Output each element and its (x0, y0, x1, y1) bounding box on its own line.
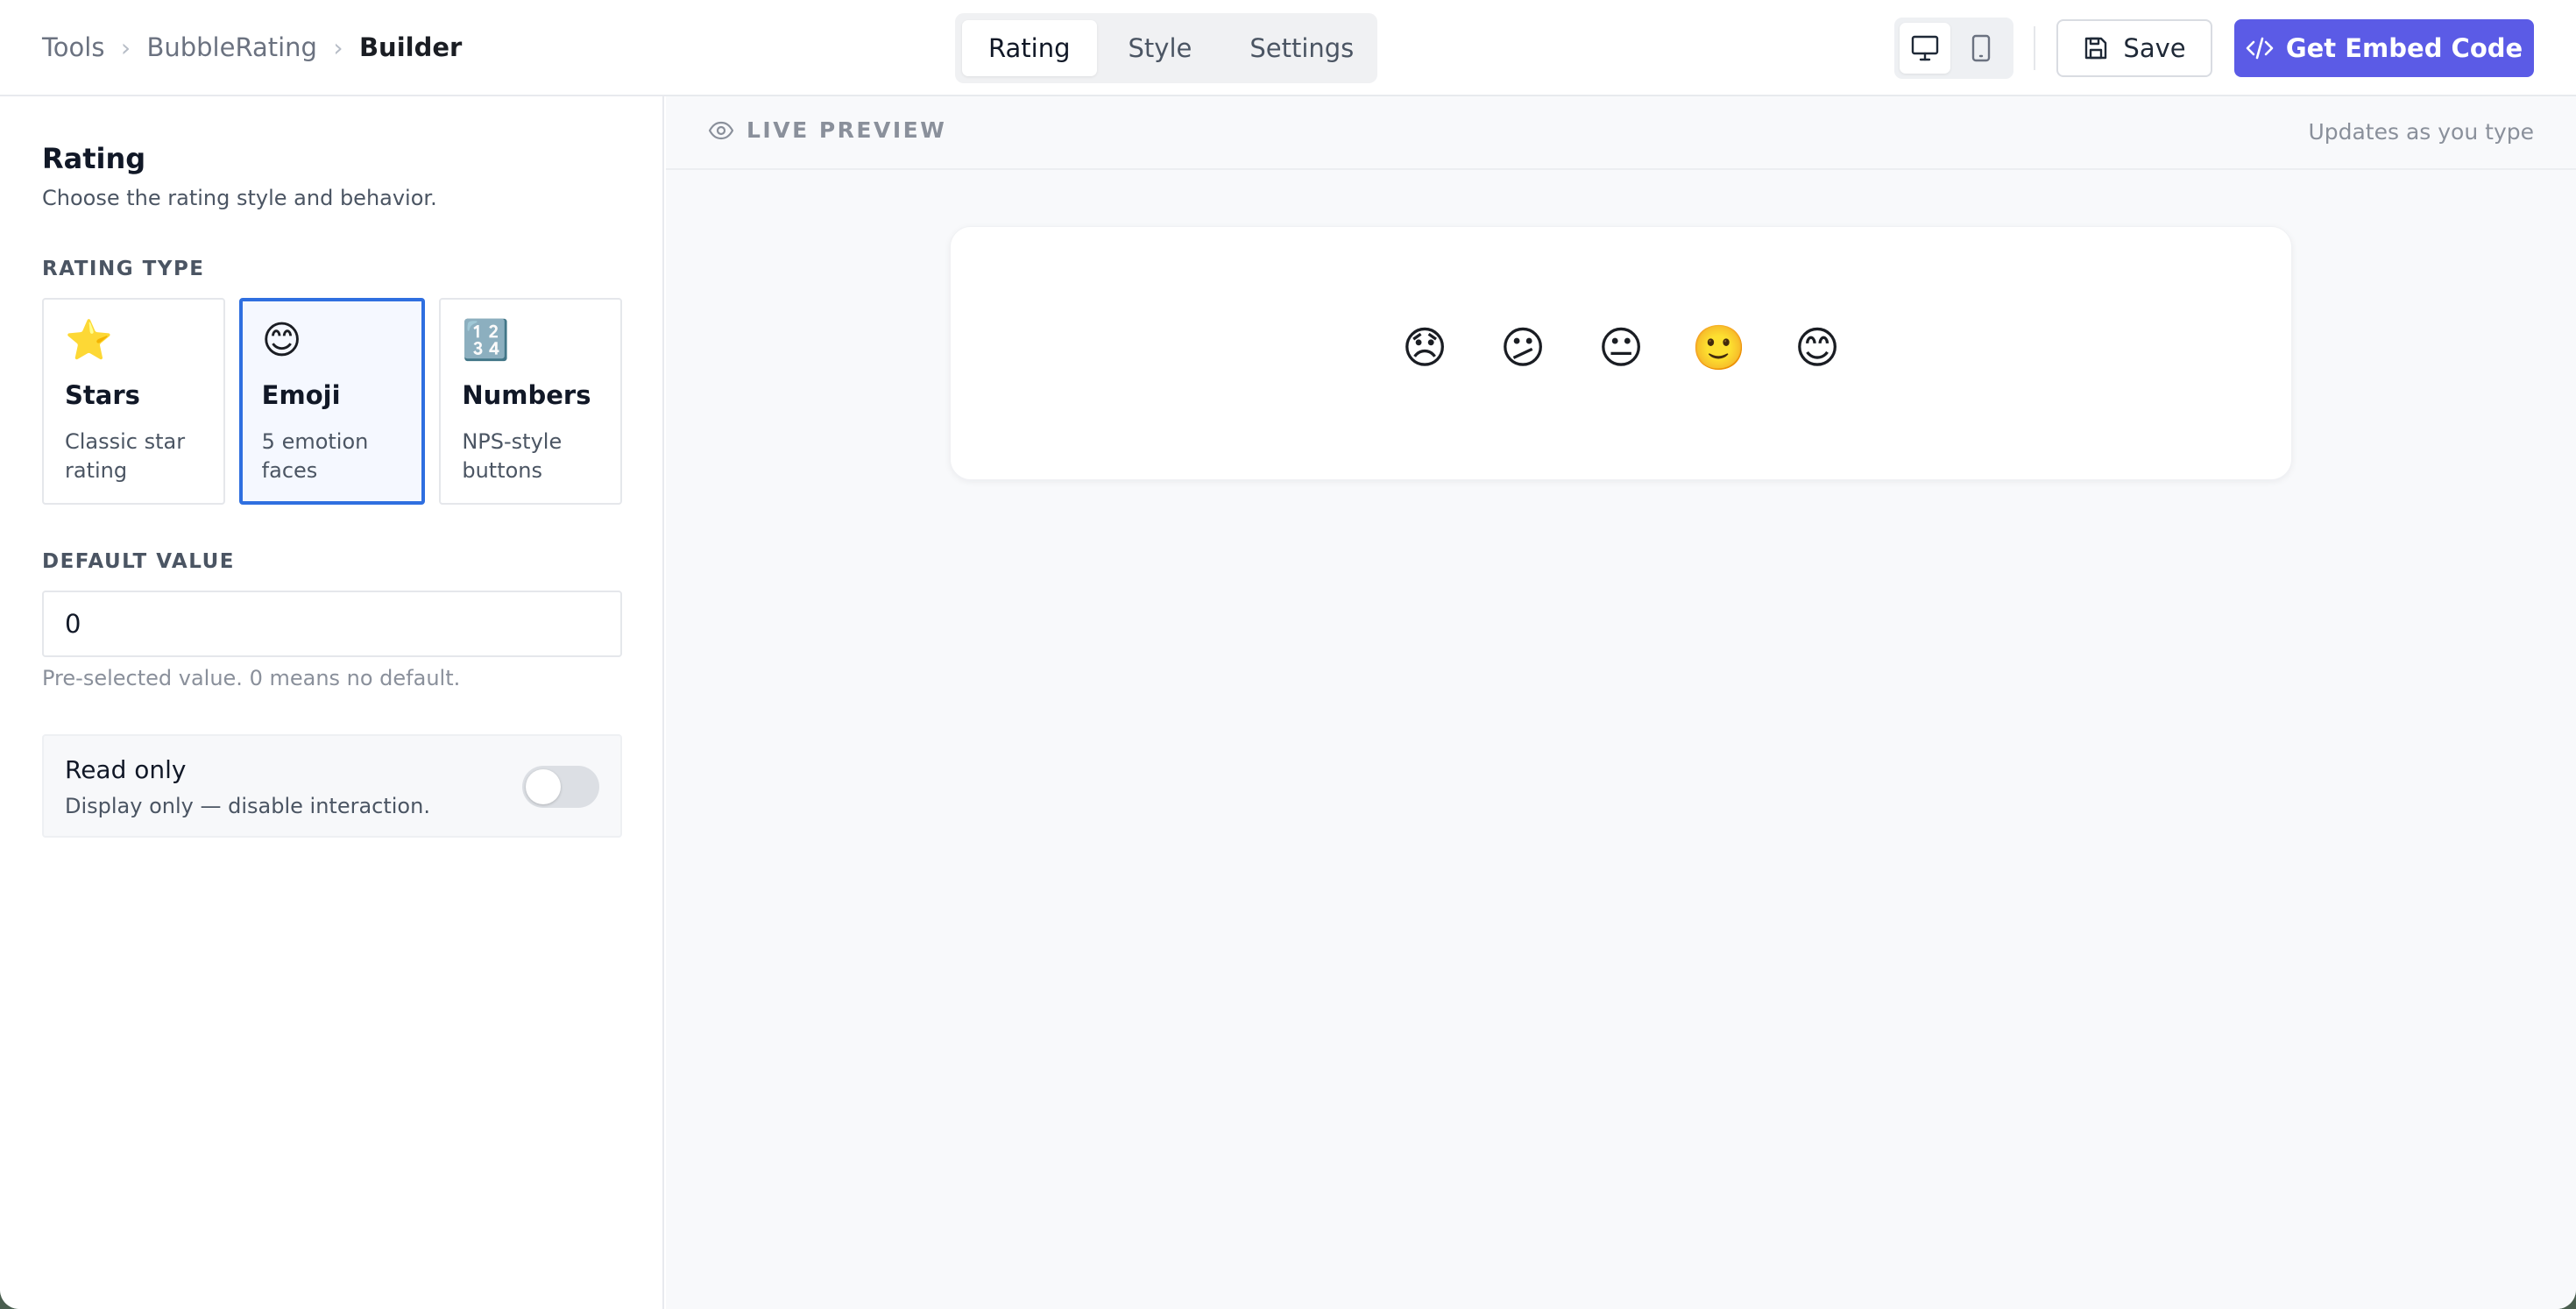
read-only-title: Read only (65, 755, 187, 784)
emoji-rating-row: 😞 😕 😐 🙂 😊 (951, 322, 2291, 374)
rating-type-emoji[interactable]: 😊 Emoji 5 emotion faces (238, 298, 426, 505)
smiling-face-icon[interactable]: 😊 (1791, 322, 1844, 374)
rating-type-title: Emoji (261, 380, 341, 410)
read-only-toggle[interactable] (522, 766, 599, 808)
chevron-right-icon: › (333, 32, 343, 62)
default-value-help: Pre-selected value. 0 means no default. (42, 666, 461, 690)
preview-area: LIVE PREVIEW Updates as you type 😞 😕 😐 🙂… (666, 96, 2576, 1309)
section-title: Rating (42, 142, 146, 175)
tab-settings[interactable]: Settings (1223, 20, 1380, 76)
breadcrumb-item-tools[interactable]: Tools (42, 32, 104, 62)
star-icon: ⭐ (65, 318, 113, 363)
mobile-icon (1971, 34, 1991, 62)
numbers-icon: 🔢 (462, 318, 511, 363)
eye-icon (708, 121, 734, 139)
breadcrumb-item-bubblerating[interactable]: BubbleRating (146, 32, 317, 62)
rating-type-description: NPS-style buttons (462, 429, 563, 483)
tab-style[interactable]: Style (1102, 20, 1219, 76)
section-subtitle: Choose the rating style and behavior. (42, 186, 437, 210)
save-button-label: Save (2123, 33, 2186, 63)
neutral-face-icon[interactable]: 😐 (1595, 322, 1647, 374)
breadcrumb: Tools › BubbleRating › Builder (42, 0, 462, 95)
preview-hint: Updates as you type (2308, 119, 2534, 145)
rating-type-numbers[interactable]: 🔢 Numbers NPS-style buttons (439, 298, 623, 505)
rating-widget-preview: 😞 😕 😐 🙂 😊 (950, 226, 2292, 480)
mobile-view-button[interactable] (1956, 23, 2006, 74)
chevron-right-icon: › (120, 32, 131, 62)
smiley-icon: 😊 (261, 318, 302, 363)
disappointed-face-icon[interactable]: 😞 (1398, 322, 1451, 374)
device-toggle (1894, 18, 2013, 79)
live-preview-text: LIVE PREVIEW (747, 117, 947, 143)
get-embed-code-button[interactable]: Get Embed Code (2234, 19, 2534, 77)
read-only-description: Display only — disable interaction. (65, 794, 430, 818)
rating-type-description: 5 emotion faces (261, 429, 369, 483)
live-preview-label: LIVE PREVIEW (708, 117, 946, 143)
top-bar: Tools › BubbleRating › Builder Rating St… (0, 0, 2576, 96)
default-value-label: DEFAULT VALUE (42, 550, 235, 573)
toolbar-divider (2034, 26, 2035, 70)
rating-type-options: ⭐ Stars Classic star rating 😊 Emoji 5 em… (42, 298, 623, 505)
breadcrumb-item-builder: Builder (358, 32, 463, 62)
tab-rating[interactable]: Rating (962, 20, 1097, 76)
save-icon (2085, 37, 2107, 60)
rating-type-stars[interactable]: ⭐ Stars Classic star rating (42, 298, 225, 505)
editor-tabs: Rating Style Settings (955, 13, 1377, 83)
slightly-smiling-face-icon[interactable]: 🙂 (1692, 322, 1746, 374)
save-button[interactable]: Save (2056, 19, 2212, 77)
read-only-setting: Read only Display only — disable interac… (42, 734, 622, 838)
default-value-input[interactable] (42, 591, 622, 657)
rating-type-title: Stars (65, 380, 140, 410)
confused-face-icon[interactable]: 😕 (1497, 322, 1549, 374)
preview-header: LIVE PREVIEW Updates as you type (666, 96, 2576, 170)
toggle-knob (526, 769, 561, 804)
rating-type-label: RATING TYPE (42, 258, 205, 280)
desktop-icon (1911, 35, 1939, 61)
settings-panel: Rating Choose the rating style and behav… (0, 96, 664, 1309)
rating-type-description: Classic star rating (65, 429, 186, 483)
app-window: Tools › BubbleRating › Builder Rating St… (0, 0, 2576, 1309)
code-icon (2246, 37, 2274, 60)
get-embed-code-label: Get Embed Code (2285, 33, 2523, 63)
desktop-view-button[interactable] (1900, 23, 1950, 74)
rating-type-title: Numbers (462, 380, 591, 410)
